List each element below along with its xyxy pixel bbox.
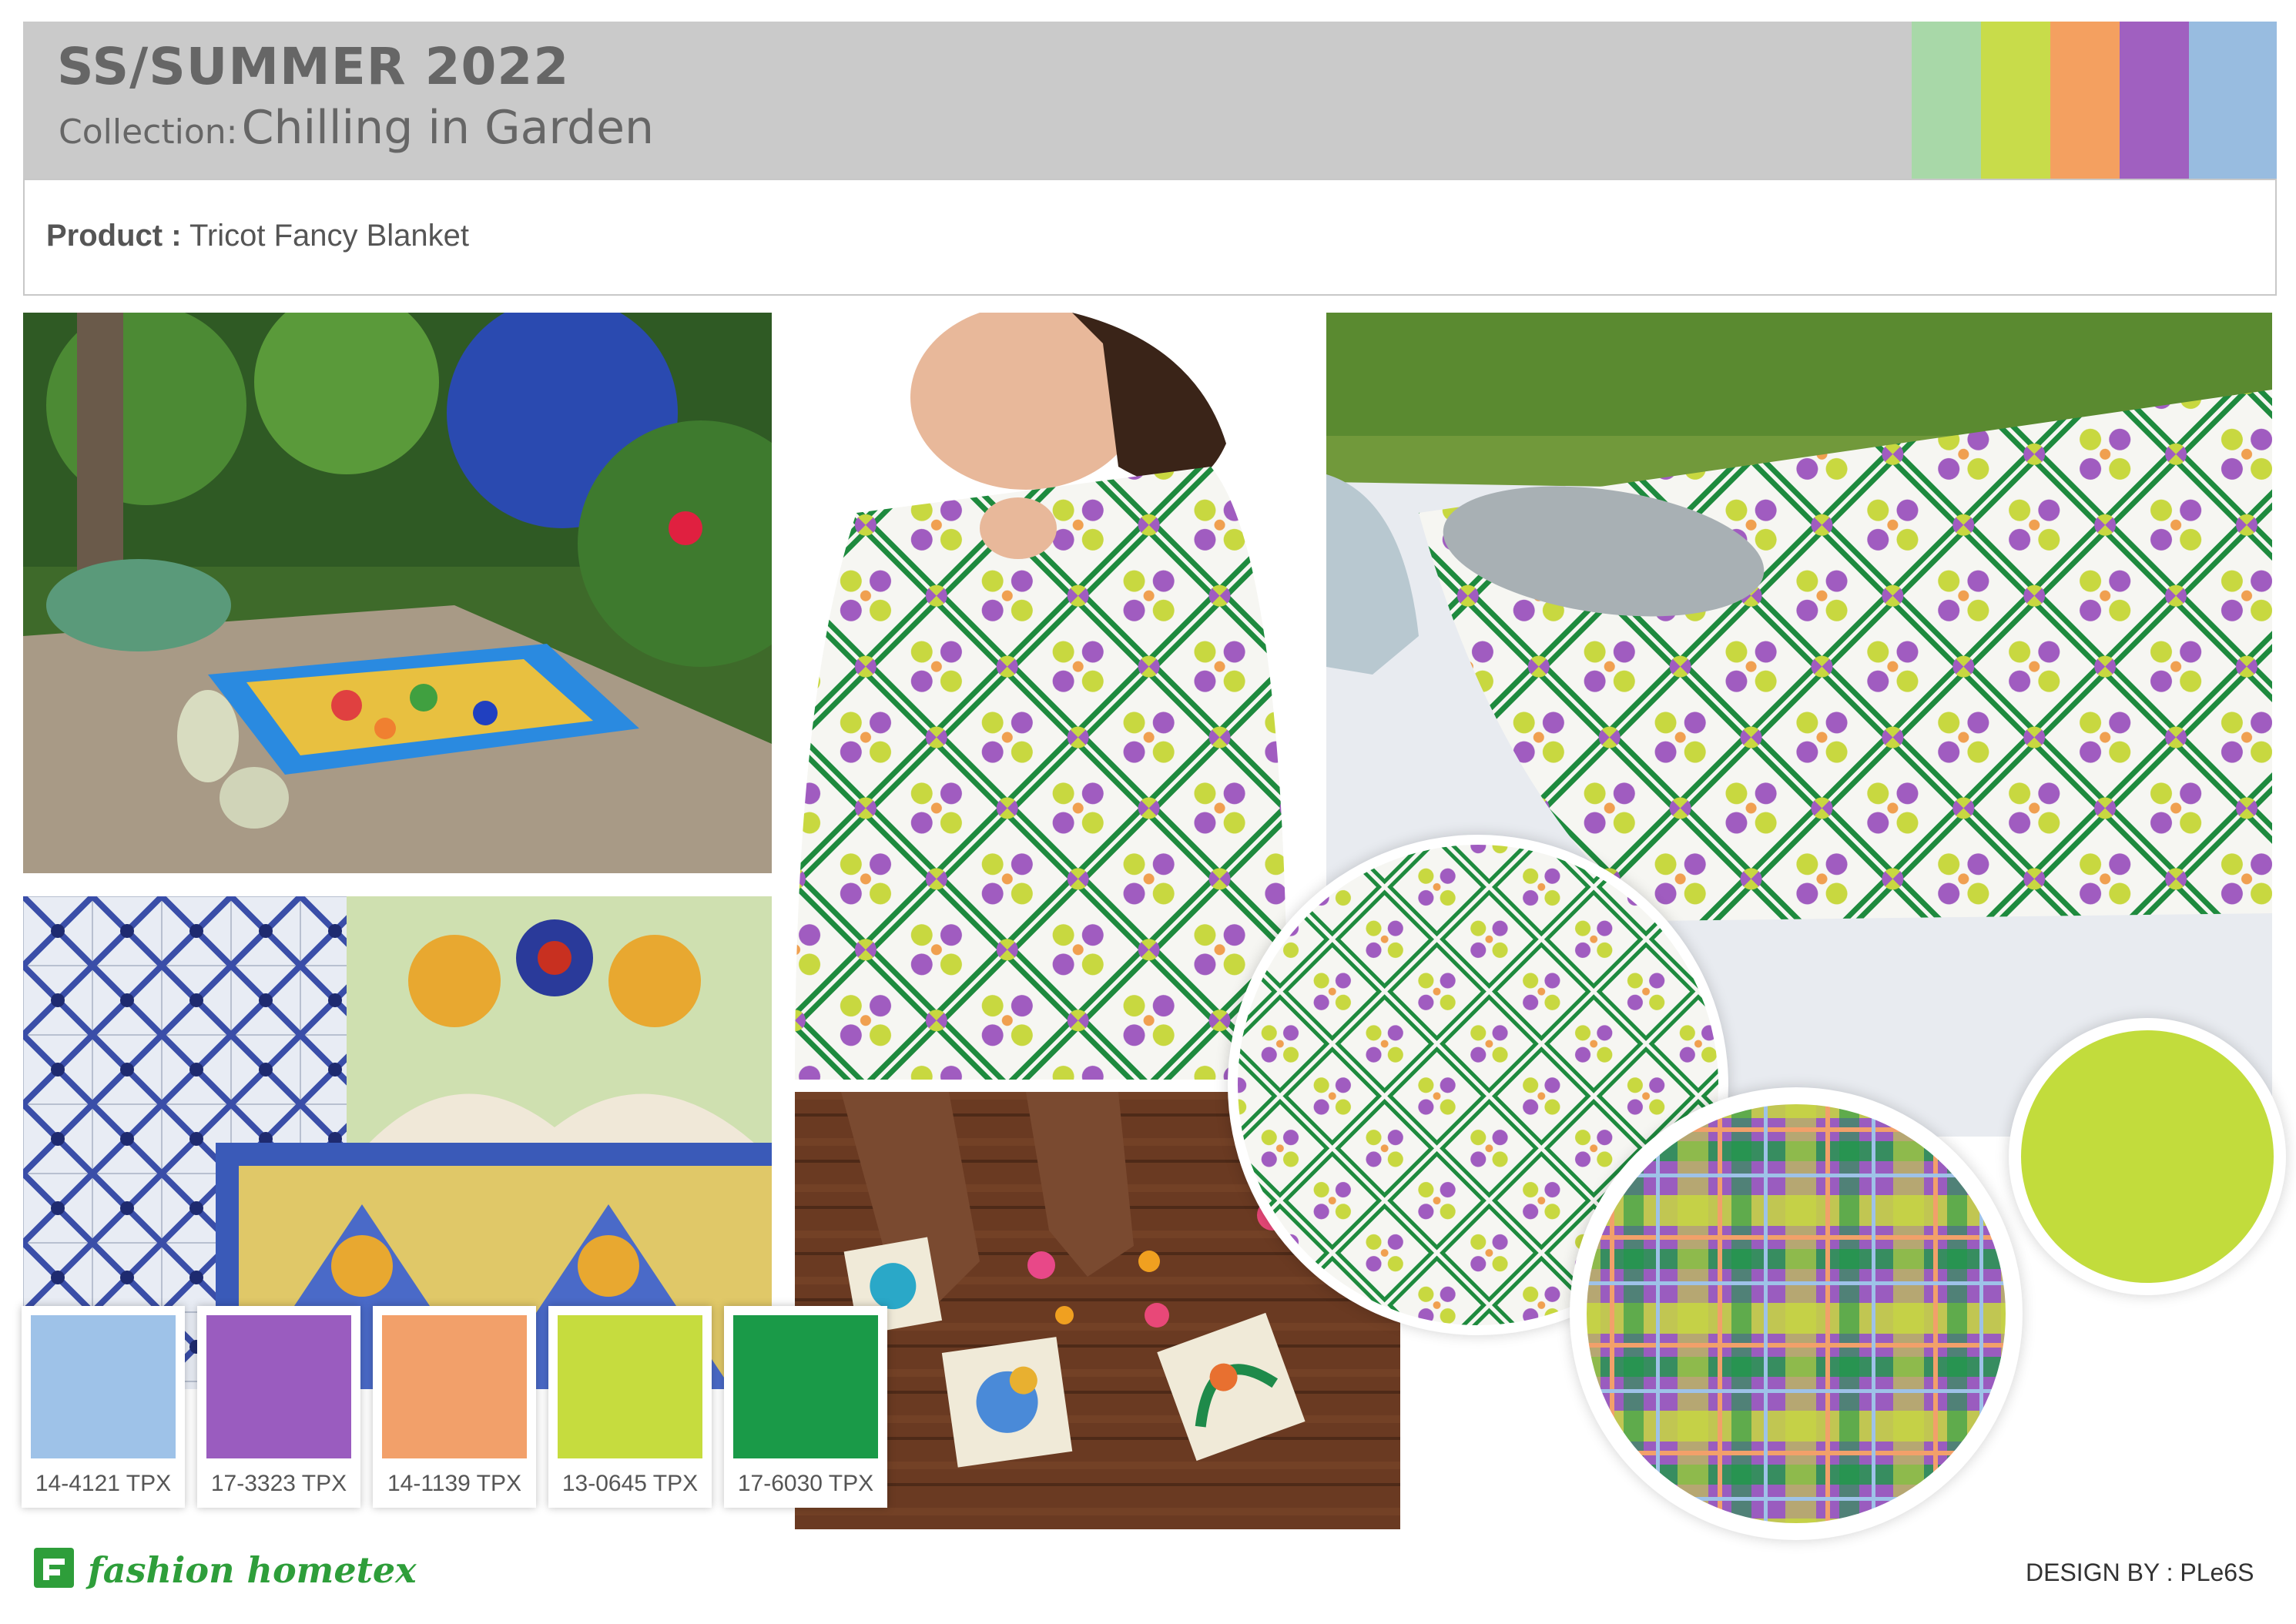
collection-label: Collection: bbox=[59, 112, 238, 152]
season-title: SS/SUMMER 2022 bbox=[57, 37, 570, 96]
product-line: Product : Tricot Fancy Blanket bbox=[46, 219, 469, 253]
brand-logo-text: fashion hometex bbox=[88, 1549, 417, 1591]
swatch-code: 17-3323 TPX bbox=[210, 1471, 347, 1496]
collection-line: Collection: Chilling in Garden bbox=[59, 101, 654, 155]
designer-credit: DESIGN BY : PLe6S bbox=[2026, 1559, 2254, 1586]
plaid-circle bbox=[1570, 1087, 2023, 1540]
collection-name: Chilling in Garden bbox=[241, 101, 655, 155]
brand-logo-icon bbox=[34, 1548, 74, 1588]
product-value: Tricot Fancy Blanket bbox=[189, 219, 470, 253]
solid-color-fill bbox=[2021, 1030, 2274, 1283]
swatch-chip bbox=[558, 1315, 702, 1458]
palette-band-blue bbox=[2189, 22, 2277, 179]
swatch-chip bbox=[733, 1315, 878, 1458]
swatch-card: 17-3323 TPX bbox=[197, 1306, 360, 1508]
woman-blanket-photo bbox=[795, 313, 1291, 1080]
palette-band-lime bbox=[1981, 22, 2050, 179]
swatch-code: 13-0645 TPX bbox=[561, 1471, 699, 1496]
swatch-chip bbox=[206, 1315, 351, 1458]
palette-band-green bbox=[1912, 22, 1981, 179]
swatch-code: 14-1139 TPX bbox=[387, 1471, 521, 1496]
garden-pond-photo bbox=[23, 313, 772, 873]
product-box: Product : Tricot Fancy Blanket bbox=[23, 179, 2277, 296]
swatch-chip bbox=[382, 1315, 527, 1458]
header-banner: SS/SUMMER 2022 Collection: Chilling in G… bbox=[23, 22, 2277, 179]
swatch-code: 14-4121 TPX bbox=[35, 1471, 172, 1496]
swatch-card: 14-1139 TPX bbox=[373, 1306, 536, 1508]
brand-logo: fashion hometex bbox=[32, 1546, 417, 1592]
swatch-card: 17-6030 TPX bbox=[724, 1306, 887, 1508]
swatch-chip bbox=[31, 1315, 176, 1458]
palette-band-orange bbox=[2050, 22, 2120, 179]
product-label: Product : bbox=[46, 219, 182, 253]
swatch-card: 13-0645 TPX bbox=[548, 1306, 712, 1508]
swatch-code: 17-6030 TPX bbox=[737, 1471, 874, 1496]
palette-band-purple bbox=[2120, 22, 2189, 179]
solid-color-circle bbox=[2009, 1018, 2286, 1295]
swatch-card: 14-4121 TPX bbox=[22, 1306, 185, 1508]
